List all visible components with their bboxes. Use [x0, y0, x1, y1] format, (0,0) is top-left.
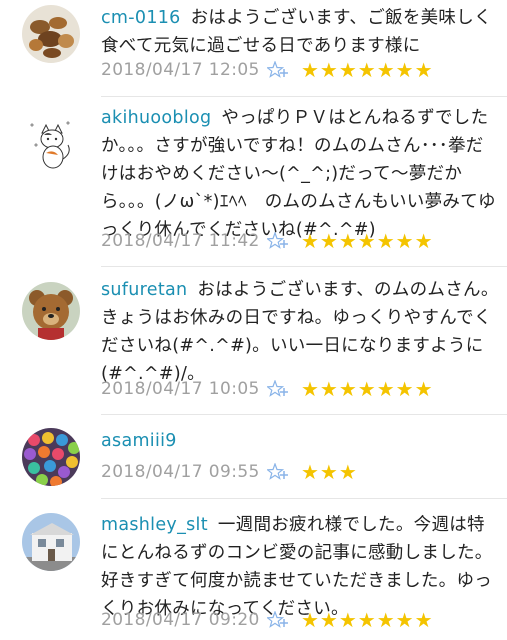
house-photo-avatar	[22, 513, 80, 571]
divider	[101, 498, 507, 499]
comment-username[interactable]: asamiii9	[101, 431, 177, 451]
avatar[interactable]	[22, 5, 80, 63]
nuts-photo-avatar	[22, 5, 80, 63]
comment-timestamp: 2018/04/17 10:05	[101, 379, 260, 399]
avatar[interactable]	[22, 282, 80, 340]
add-star-icon[interactable]	[267, 61, 289, 79]
add-star-icon[interactable]	[267, 380, 289, 398]
star-rating: ★★★★★★★	[301, 377, 434, 401]
star-rating: ★★★★★★★	[301, 58, 434, 82]
divider	[101, 96, 507, 97]
cat-illustration-avatar	[22, 115, 80, 173]
comment-timestamp: 2018/04/17 11:42	[101, 231, 260, 251]
comment-username[interactable]: mashley_slt	[101, 515, 208, 535]
colorful-balls-avatar	[22, 428, 80, 486]
teddy-bear-avatar	[22, 282, 80, 340]
divider	[101, 266, 507, 267]
add-star-icon[interactable]	[267, 232, 289, 250]
star-rating: ★★★	[301, 460, 358, 484]
comment-username[interactable]: cm-0116	[101, 8, 181, 28]
avatar[interactable]	[22, 115, 80, 173]
comment-timestamp: 2018/04/17 12:05	[101, 60, 260, 80]
add-star-icon[interactable]	[267, 463, 289, 481]
comment-timestamp: 2018/04/17 09:20	[101, 610, 260, 630]
star-rating: ★★★★★★★	[301, 608, 434, 632]
comment-username[interactable]: sufuretan	[101, 280, 187, 300]
divider	[101, 414, 507, 415]
star-rating: ★★★★★★★	[301, 229, 434, 253]
comment-timestamp: 2018/04/17 09:55	[101, 462, 260, 482]
add-star-icon[interactable]	[267, 611, 289, 629]
avatar[interactable]	[22, 428, 80, 486]
comment-username[interactable]: akihuooblog	[101, 108, 211, 128]
avatar[interactable]	[22, 513, 80, 571]
